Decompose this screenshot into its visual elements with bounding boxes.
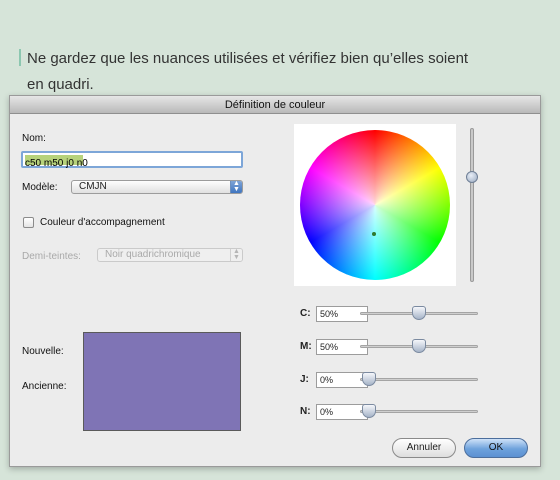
cyan-label: C: xyxy=(300,308,311,319)
color-wheel[interactable] xyxy=(300,130,450,280)
black-slider-knob[interactable] xyxy=(362,404,376,418)
spot-color-label[interactable]: Couleur d'accompagnement xyxy=(40,217,165,228)
spot-color-checkbox[interactable] xyxy=(23,217,34,228)
color-wheel-marker[interactable] xyxy=(372,232,376,236)
caption-accent-bar xyxy=(19,49,21,66)
name-label: Nom: xyxy=(22,133,46,144)
new-color-label: Nouvelle: xyxy=(22,346,64,357)
dialog-title[interactable]: Définition de couleur xyxy=(10,96,540,114)
updown-arrows-icon: ▲ ▼ xyxy=(230,248,242,261)
cancel-button[interactable]: Annuler xyxy=(392,438,456,458)
magenta-label: M: xyxy=(300,341,312,352)
yellow-slider-knob[interactable] xyxy=(362,372,376,386)
cyan-slider-knob[interactable] xyxy=(412,306,426,320)
brightness-slider-knob[interactable] xyxy=(466,171,478,183)
color-definition-dialog: Définition de couleur Nom: Modèle: CMJN … xyxy=(9,95,541,467)
halftone-select: Noir quadrichromique ▲ ▼ xyxy=(97,248,243,262)
ok-button[interactable]: OK xyxy=(464,438,528,458)
halftone-label: Demi-teintes: xyxy=(22,251,81,262)
brightness-slider-track[interactable] xyxy=(470,128,474,282)
yellow-label: J: xyxy=(300,374,309,385)
black-slider-track[interactable] xyxy=(360,410,478,413)
black-label: N: xyxy=(300,406,311,417)
model-select-value: CMJN xyxy=(79,181,107,192)
color-wheel-panel xyxy=(294,124,456,286)
model-label: Modèle: xyxy=(22,182,58,193)
old-color-label: Ancienne: xyxy=(22,381,67,392)
halftone-select-value: Noir quadrichromique xyxy=(105,249,201,260)
name-field[interactable] xyxy=(21,151,243,170)
caption: Ne gardez que les nuances utilisées et v… xyxy=(19,46,549,98)
yellow-slider-track[interactable] xyxy=(360,378,478,381)
magenta-slider-knob[interactable] xyxy=(412,339,426,353)
updown-arrows-icon: ▲ ▼ xyxy=(230,180,242,193)
name-input[interactable] xyxy=(23,157,241,170)
model-select[interactable]: CMJN ▲ ▼ xyxy=(71,180,243,194)
color-preview-swatch xyxy=(83,332,241,431)
caption-line-1: Ne gardez que les nuances utilisées et v… xyxy=(27,50,469,67)
